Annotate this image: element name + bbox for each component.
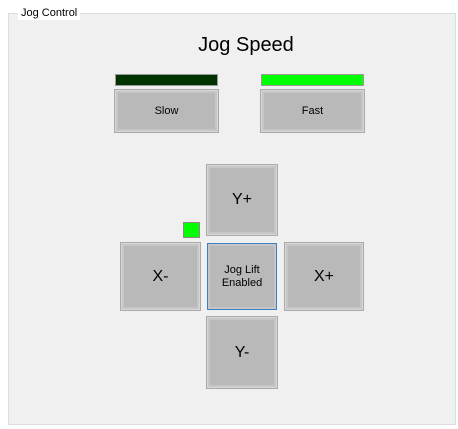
x-minus-button[interactable]: X- xyxy=(121,243,200,310)
jog-lift-indicator xyxy=(183,222,200,238)
x-plus-button[interactable]: X+ xyxy=(285,243,363,310)
jog-speed-title: Jog Speed xyxy=(198,34,294,56)
fast-button[interactable]: Fast xyxy=(261,90,364,132)
slow-button[interactable]: Slow xyxy=(115,90,218,132)
slow-speed-indicator xyxy=(115,74,218,86)
jog-control-legend: Jog Control xyxy=(18,6,81,20)
fast-speed-indicator xyxy=(261,74,364,86)
jog-lift-button[interactable]: Jog Lift Enabled xyxy=(207,243,277,310)
y-minus-button[interactable]: Y- xyxy=(207,317,277,388)
y-plus-button[interactable]: Y+ xyxy=(207,165,277,235)
